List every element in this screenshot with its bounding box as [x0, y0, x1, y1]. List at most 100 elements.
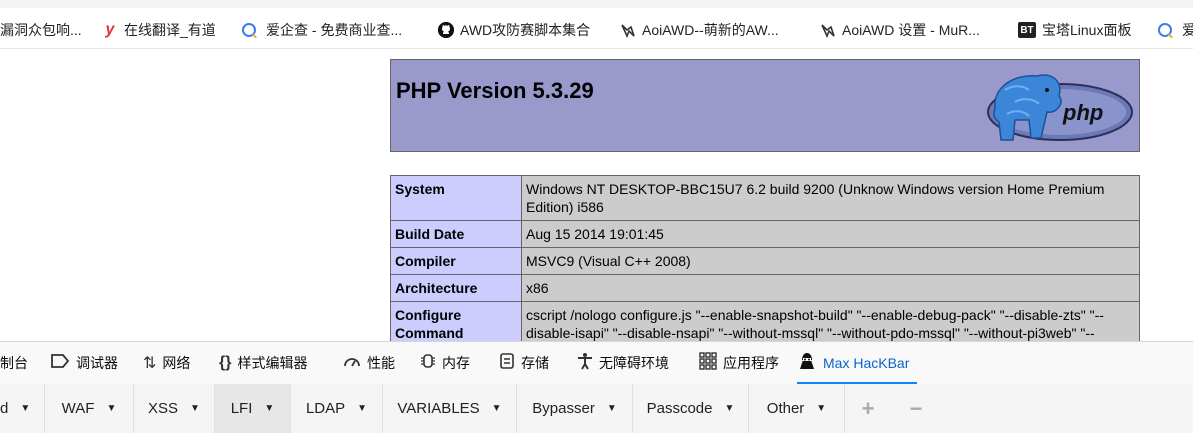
tab-application[interactable]: 应用程序 [699, 342, 779, 384]
debugger-icon [50, 353, 70, 374]
bookmark-label: AoiAWD--萌新的AW... [642, 22, 779, 38]
bookmark-label: 爱企查 - 免费商业查... [266, 22, 403, 38]
aiqicha-icon [1158, 23, 1172, 37]
row-key: System [390, 175, 522, 221]
tab-debugger[interactable]: 调试器 [50, 342, 118, 384]
menu-variables[interactable]: VARIABLES ▼ [383, 384, 517, 433]
tab-memory[interactable]: 内存 [420, 342, 470, 384]
row-value: Windows NT DESKTOP-BBC15U7 6.2 build 920… [521, 175, 1140, 221]
phpinfo-table: System Windows NT DESKTOP-BBC15U7 6.2 bu… [390, 175, 1140, 347]
menu-label: WAF [61, 400, 95, 417]
tab-network[interactable]: ⇅ 网络 [143, 342, 190, 384]
caret-down-icon: ▼ [20, 403, 31, 414]
bt-icon: BT [1018, 22, 1036, 38]
php-elephant-logo: php [985, 68, 1135, 146]
aoi-icon [820, 22, 836, 38]
tab-strip-edge [0, 0, 1193, 8]
bookmark-item-youdao[interactable]: y 在线翻译_有道 [102, 18, 216, 42]
caret-down-icon: ▼ [724, 403, 735, 414]
bookmark-item-aoiawd[interactable]: AoiAWD--萌新的AW... [620, 18, 779, 42]
tab-console[interactable]: 制台 [0, 342, 28, 384]
menu-label: XSS [148, 400, 179, 417]
tab-label: 样式编辑器 [237, 355, 308, 371]
accessibility-icon [577, 352, 593, 375]
table-row: Architecture x86 [390, 274, 1140, 302]
add-icon[interactable]: + [852, 384, 884, 433]
caret-down-icon: ▼ [264, 403, 275, 414]
menu-lfi[interactable]: LFI ▼ [215, 384, 291, 433]
hackbar-icon [797, 352, 817, 375]
bookmark-item-aoiawd-settings[interactable]: AoiAWD 设置 - MuR... [820, 18, 980, 42]
menu-label: LDAP [305, 400, 346, 417]
row-value: Aug 15 2014 19:01:45 [521, 220, 1140, 248]
bookmark-item-awd-scripts[interactable]: AWD攻防赛脚本集合 [438, 18, 590, 42]
row-key: Compiler [390, 247, 522, 275]
bookmark-label: 爱 [1182, 22, 1193, 38]
row-key: Configure Command [390, 301, 522, 347]
remove-icon[interactable]: − [900, 384, 932, 433]
bookmark-label: AoiAWD 设置 - MuR... [842, 22, 980, 38]
tab-style-editor[interactable]: {} 样式编辑器 [219, 342, 307, 384]
tab-label: 制台 [0, 355, 28, 371]
bookmarks-bar: 漏洞众包响... y 在线翻译_有道 爱企查 - 免费商业查... AWD攻防赛… [0, 0, 1193, 49]
tab-label: 网络 [162, 355, 191, 371]
youdao-icon: y [105, 21, 115, 38]
row-value: MSVC9 (Visual C++ 2008) [521, 247, 1140, 275]
performance-icon [343, 353, 361, 374]
bookmark-label: 宝塔Linux面板 [1042, 22, 1132, 38]
bookmark-item-overflow[interactable]: 爱 [1158, 18, 1193, 42]
bookmark-label: 在线翻译_有道 [124, 22, 216, 38]
storage-icon [499, 352, 515, 374]
table-row: Build Date Aug 15 2014 19:01:45 [390, 220, 1140, 248]
caret-down-icon: ▼ [491, 403, 502, 414]
menu-label: Passcode [646, 400, 713, 417]
application-icon [699, 351, 717, 375]
tab-label: 内存 [442, 355, 470, 371]
page-title: PHP Version 5.3.29 [396, 78, 594, 103]
tab-label: Max HacKBar [823, 355, 910, 371]
tab-label: 无障碍环境 [599, 355, 669, 371]
menu-label: Bypasser [532, 400, 595, 417]
php-logo-text: php [1062, 100, 1103, 125]
row-value: x86 [521, 274, 1140, 302]
bookmark-label: AWD攻防赛脚本集合 [460, 22, 591, 38]
menu-bypasser[interactable]: Bypasser ▼ [517, 384, 633, 433]
caret-down-icon: ▼ [190, 403, 200, 414]
row-key: Build Date [390, 220, 522, 248]
caret-down-icon: ▼ [106, 403, 117, 414]
tab-label: 存储 [521, 355, 549, 371]
aiqicha-icon [242, 23, 256, 37]
menu-waf[interactable]: WAF ▼ [45, 384, 134, 433]
row-key: Architecture [390, 274, 522, 302]
tab-accessibility[interactable]: 无障碍环境 [577, 342, 669, 384]
menu-passcode[interactable]: Passcode ▼ [633, 384, 749, 433]
menu-ldap[interactable]: LDAP ▼ [291, 384, 383, 433]
hackbar-toolbar: d ▼ WAF ▼ XSS ▼ LFI ▼ LDAP ▼ VARIABLES ▼ Bypas… [0, 384, 1193, 433]
devtools-tab-bar: 制台 调试器 ⇅ 网络 {} 样式编辑器 性能 内存 存储 无障碍环境 应用程序… [0, 341, 1193, 385]
bookmark-item-bt-panel[interactable]: BT 宝塔Linux面板 [1018, 18, 1131, 42]
menu-xss[interactable]: XSS ▼ [134, 384, 215, 433]
row-value: cscript /nologo configure.js "--enable-s… [521, 301, 1140, 347]
menu-label: d [0, 400, 9, 417]
caret-down-icon: ▼ [606, 403, 617, 414]
tab-label: 性能 [367, 355, 395, 371]
network-icon: ⇅ [143, 355, 157, 372]
caret-down-icon: ▼ [357, 403, 368, 414]
github-icon [438, 22, 454, 38]
php-version-header: PHP Version 5.3.29 php [390, 59, 1140, 152]
tab-storage[interactable]: 存储 [499, 342, 549, 384]
menu-other[interactable]: Other ▼ [749, 384, 845, 433]
menu-label: VARIABLES [397, 400, 480, 417]
tab-max-hackbar[interactable]: Max HacKBar [797, 342, 918, 384]
table-row: Compiler MSVC9 (Visual C++ 2008) [390, 247, 1140, 275]
tab-performance[interactable]: 性能 [343, 342, 395, 384]
bookmark-label: 漏洞众包响... [0, 22, 82, 38]
menu-load[interactable]: d ▼ [0, 384, 45, 433]
tab-label: 应用程序 [723, 355, 779, 371]
bookmark-item-0[interactable]: 漏洞众包响... [0, 18, 82, 42]
aoi-icon [620, 22, 636, 38]
menu-label: LFI [230, 400, 253, 417]
bookmark-item-aiqicha[interactable]: 爱企查 - 免费商业查... [242, 18, 402, 42]
table-row: Configure Command cscript /nologo config… [390, 301, 1140, 347]
memory-icon [420, 353, 436, 374]
